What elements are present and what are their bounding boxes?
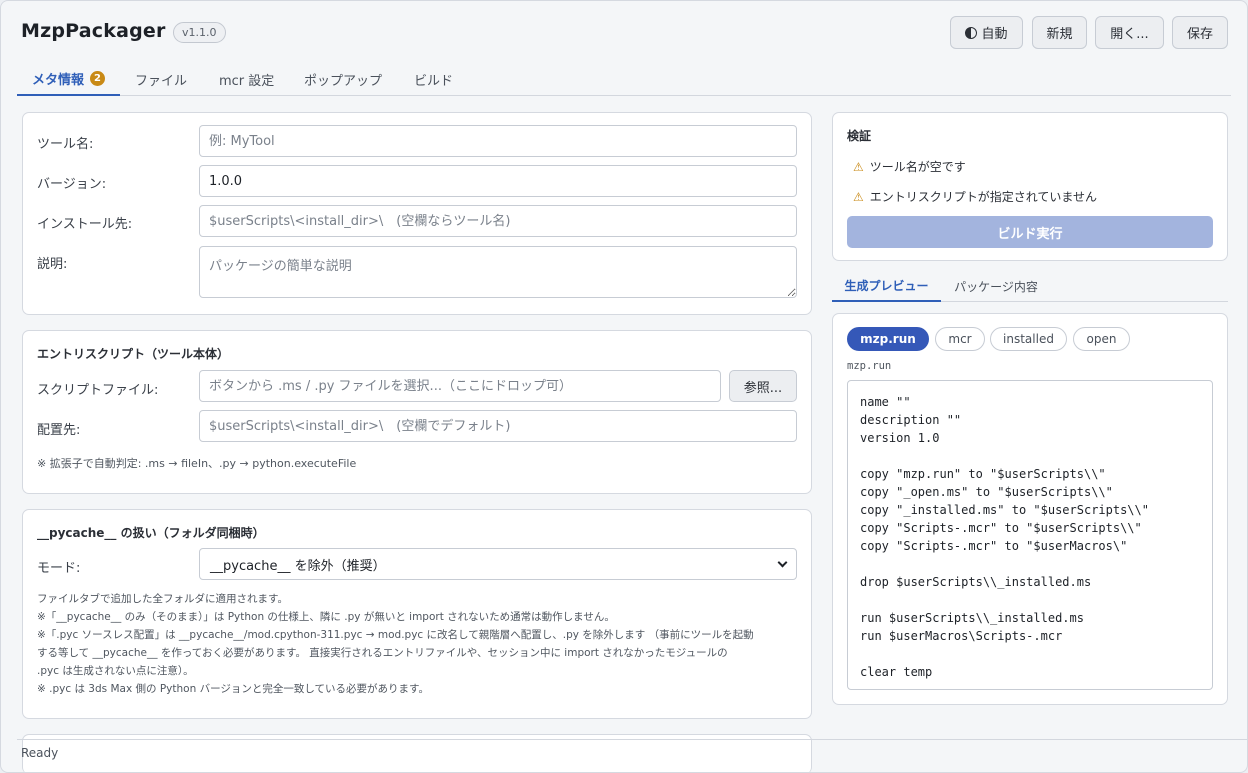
- tool-name-input[interactable]: [199, 125, 797, 157]
- current-file-label: mzp.run: [847, 360, 892, 372]
- script-file-input[interactable]: [199, 370, 721, 402]
- warning-icon: ⚠: [853, 189, 864, 204]
- tab-package-contents[interactable]: パッケージ内容: [944, 271, 1048, 302]
- code-line: copy "_open.ms" to "$userScripts\\": [860, 485, 1113, 499]
- browse-button[interactable]: 参照...: [729, 370, 797, 402]
- script-file-label: スクリプトファイル:: [37, 383, 159, 398]
- mode-select-value: __pycache__ を除外（推奨）: [210, 558, 386, 574]
- app-window: MzpPackager v1.1.0 自動 新規 開く... 保存 メタ情報 2…: [0, 0, 1248, 773]
- install-dir-label: インストール先:: [37, 217, 133, 232]
- destination-input[interactable]: [199, 410, 797, 442]
- tab-popup[interactable]: ポップアップ: [304, 63, 382, 96]
- code-line: copy "Scripts-.mcr" to "$userScripts\\": [860, 521, 1142, 535]
- tab-meta-badge: 2: [90, 71, 105, 86]
- file-pill-open[interactable]: open: [1073, 327, 1130, 351]
- preview-tabs: 生成プレビュー パッケージ内容: [832, 271, 1228, 302]
- file-pill-mzp-run[interactable]: mzp.run: [847, 327, 929, 351]
- warning-item: ⚠ ツール名が空です: [853, 158, 966, 175]
- code-line: version 1.0: [860, 431, 940, 445]
- pycache-note-3: ※「.pyc ソースレス配置」は __pycache__/mod.cpython…: [37, 629, 754, 641]
- pycache-note-1: ファイルタブで追加した全フォルダに適用されます。: [37, 593, 288, 605]
- warning-icon: ⚠: [853, 159, 864, 174]
- tab-mcr[interactable]: mcr 設定: [219, 63, 274, 96]
- contrast-icon: [965, 26, 978, 39]
- build-button[interactable]: ビルド実行: [847, 216, 1213, 248]
- description-input[interactable]: [199, 246, 797, 298]
- mode-label: モード:: [37, 561, 81, 576]
- mode-select[interactable]: __pycache__ を除外（推奨）: [199, 548, 797, 580]
- code-line: copy "_installed.ms" to "$userScripts\\": [860, 503, 1149, 517]
- file-pill-installed[interactable]: installed: [990, 327, 1067, 351]
- tab-meta[interactable]: メタ情報 2: [17, 63, 120, 96]
- tab-meta-label: メタ情報: [31, 73, 84, 88]
- code-line: name "": [860, 395, 911, 409]
- new-button[interactable]: 新規: [1032, 16, 1087, 49]
- tab-build[interactable]: ビルド: [414, 63, 453, 96]
- pycache-note-6: ※ .pyc は 3ds Max 側の Python バージョンと完全一致してい…: [37, 683, 429, 695]
- version-label: バージョン:: [37, 177, 107, 192]
- main-tabs: メタ情報 2 ファイル mcr 設定 ポップアップ ビルド: [17, 63, 1231, 96]
- pycache-note-4: する等して __pycache__ を作っておく必要があります。 直接実行される…: [37, 647, 728, 659]
- version-input[interactable]: [199, 165, 797, 197]
- meta-panel: ツール名: バージョン: インストール先: 説明:: [22, 112, 812, 315]
- tab-generated-preview[interactable]: 生成プレビュー: [832, 271, 941, 302]
- preview-panel: mzp.run mcr installed open mzp.run name …: [832, 313, 1228, 705]
- entry-script-panel: エントリスクリプト（ツール本体） スクリプトファイル: 参照... 配置先: ※…: [22, 330, 812, 494]
- version-badge: v1.1.0: [173, 22, 226, 43]
- tool-name-label: ツール名:: [37, 137, 94, 152]
- destination-label: 配置先:: [37, 423, 81, 438]
- save-button[interactable]: 保存: [1172, 16, 1228, 49]
- warning-text: ツール名が空です: [869, 160, 966, 174]
- code-line: run $userMacros\Scripts-.mcr: [860, 629, 1063, 643]
- status-text: Ready: [21, 746, 59, 760]
- code-line: copy "Scripts-.mcr" to "$userMacros\": [860, 539, 1128, 553]
- code-line: clear temp: [860, 665, 933, 679]
- install-dir-input[interactable]: [199, 205, 797, 237]
- file-pill-mcr[interactable]: mcr: [935, 327, 985, 351]
- code-line: copy "mzp.run" to "$userScripts\\": [860, 467, 1106, 481]
- pycache-panel: __pycache__ の扱い（フォルダ同梱時） モード: __pycache_…: [22, 509, 812, 719]
- pycache-note-2: ※「__pycache__ のみ（そのまま）」は Python の仕様上、隣に …: [37, 611, 615, 623]
- pycache-title: __pycache__ の扱い（フォルダ同梱時）: [37, 526, 265, 540]
- warning-text: エントリスクリプトが指定されていません: [869, 190, 1098, 204]
- header: MzpPackager v1.1.0 自動 新規 開く... 保存: [1, 1, 1247, 63]
- status-divider: [17, 739, 1247, 740]
- theme-button[interactable]: 自動: [950, 16, 1023, 49]
- warning-item: ⚠ エントリスクリプトが指定されていません: [853, 188, 1097, 205]
- chevron-down-icon: [777, 557, 788, 567]
- open-button[interactable]: 開く...: [1095, 16, 1164, 49]
- tab-files[interactable]: ファイル: [135, 63, 187, 96]
- app-title: MzpPackager: [21, 20, 166, 42]
- validation-title: 検証: [847, 129, 872, 143]
- code-line: run $userScripts\\_installed.ms: [860, 611, 1084, 625]
- entry-script-title: エントリスクリプト（ツール本体）: [37, 347, 230, 361]
- code-line: drop $userScripts\\_installed.ms: [860, 575, 1092, 589]
- code-line: description "": [860, 413, 962, 427]
- validation-panel: 検証 ⚠ ツール名が空です ⚠ エントリスクリプトが指定されていません ビルド実…: [832, 112, 1228, 261]
- description-label: 説明:: [37, 257, 68, 272]
- extension-hint: ※ 拡張子で自動判定: .ms → fileIn、.py → python.ex…: [37, 457, 357, 470]
- theme-button-label: 自動: [981, 27, 1008, 42]
- code-preview: name "" description "" version 1.0 copy …: [847, 380, 1213, 690]
- pycache-note-5: .pyc は生成されない点に注意）。: [37, 665, 194, 677]
